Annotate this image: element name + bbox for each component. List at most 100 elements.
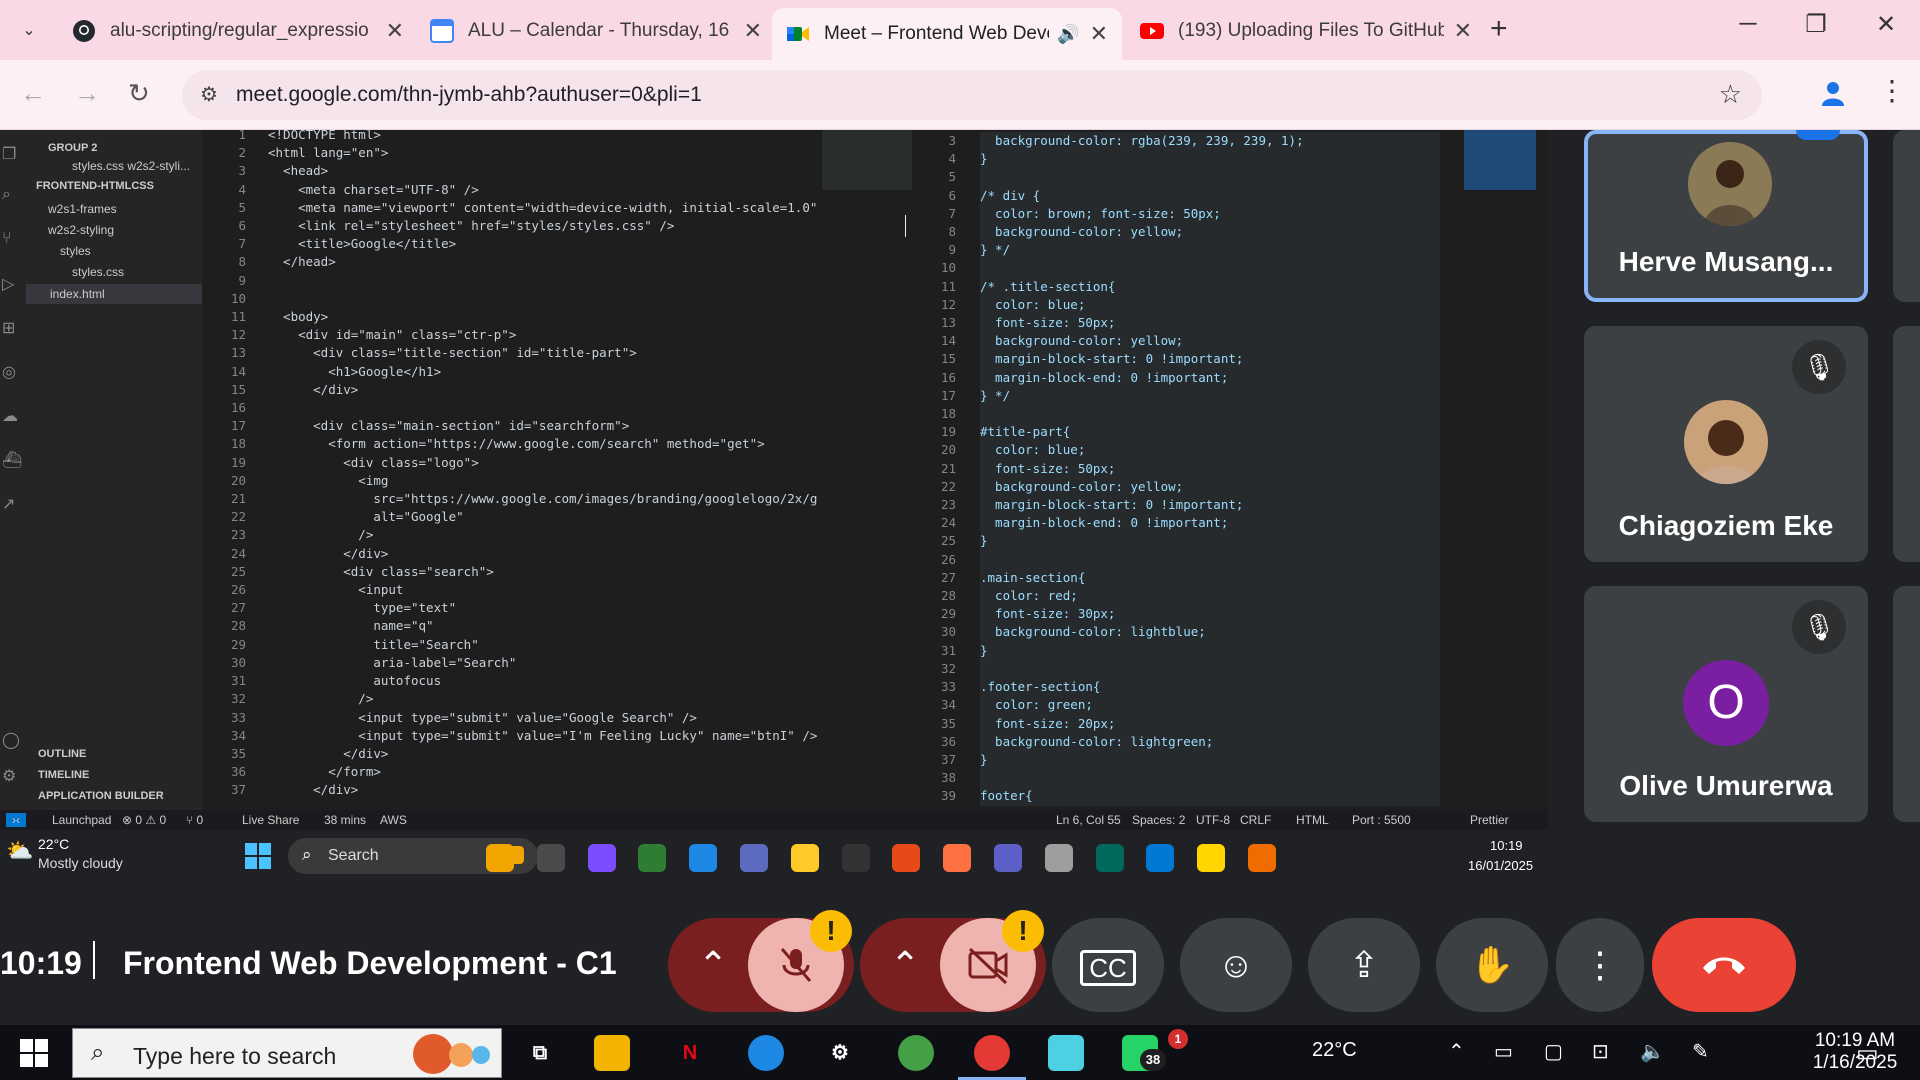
sticky-notes-icon[interactable] (1197, 844, 1226, 872)
source-control-icon[interactable]: ⑂ (2, 230, 12, 248)
reactions-button[interactable]: ☺ (1180, 918, 1292, 1012)
close-tab-icon[interactable]: ✕ (1090, 21, 1108, 47)
address-bar[interactable]: ⚙ meet.google.com/thn-jymb-ahb?authuser=… (182, 70, 1762, 120)
aws-status[interactable]: AWS (380, 813, 407, 827)
close-window-button[interactable]: ✕ (1866, 10, 1906, 39)
edge-icon[interactable] (638, 844, 667, 872)
tab-youtube[interactable]: (193) Uploading Files To GitHub ✕ (1126, 10, 1486, 52)
postman-icon[interactable] (943, 844, 972, 872)
vscode-icon[interactable] (1146, 844, 1175, 872)
site-info-icon[interactable]: ⚙ (200, 82, 218, 107)
bookmark-star-icon[interactable]: ☆ (1719, 79, 1742, 110)
raise-hand-button[interactable]: ✋ (1436, 918, 1548, 1012)
more-options-button[interactable]: ⋮ (1556, 918, 1644, 1012)
cursor-position[interactable]: Ln 6, Col 55 (1056, 813, 1121, 827)
editor-styles-css[interactable]: 3 4 5 6 7 8 9 10 11 12 13 14 15 16 17 18… (912, 130, 1548, 810)
captions-button[interactable]: CC (1052, 918, 1164, 1012)
speaker-icon[interactable]: 🔊 (1057, 24, 1079, 45)
timeline-panel[interactable]: TIMELINE (38, 769, 89, 781)
minimap[interactable] (822, 130, 912, 190)
tab-search-button[interactable]: ⌄ (12, 14, 46, 48)
live-share-status[interactable]: Live Share (242, 813, 299, 827)
participant-tile[interactable]: 🎙 Chiagoziem Eke (1584, 326, 1868, 562)
code-html[interactable]: <!DOCTYPE html> <html lang="en"> <head> … (268, 130, 868, 800)
present-button[interactable]: ⇪ (1308, 918, 1420, 1012)
aws-icon[interactable]: ☁ (2, 406, 18, 426)
settings-gear-icon[interactable]: ⚙ (2, 766, 16, 786)
windows-start-icon[interactable] (20, 1039, 48, 1067)
tab-github[interactable]: alu-scripting/regular_expressio ✕ (58, 10, 418, 52)
run-debug-icon[interactable]: ▷ (2, 274, 14, 294)
ports-status[interactable]: ⑂ 0 (186, 813, 203, 827)
eol-status[interactable]: CRLF (1240, 813, 1271, 827)
encoding-status[interactable]: UTF-8 (1196, 813, 1230, 827)
code-css[interactable]: background-color: rgba(239, 239, 239, 1)… (980, 132, 1440, 806)
terminal-green-icon[interactable] (1095, 844, 1124, 872)
pen-icon[interactable]: ✎ (1692, 1039, 1709, 1064)
explorer-folder-root[interactable]: FRONTEND-HTMLCSS (36, 180, 154, 192)
explorer-item-selected[interactable]: index.html (26, 284, 202, 304)
explorer-item[interactable]: w2s1-frames (48, 202, 117, 216)
explorer-item[interactable]: styles.css w2s2-styli... (72, 159, 190, 173)
terminal-icon[interactable] (841, 844, 870, 872)
forward-button[interactable]: → (74, 78, 100, 109)
battery-icon[interactable]: ▭ (1494, 1039, 1513, 1064)
remote-icon[interactable]: ◎ (2, 362, 16, 382)
app-builder-panel[interactable]: APPLICATION BUILDER (38, 790, 164, 802)
live-share-icon[interactable]: ↗ (2, 494, 15, 514)
copilot-icon[interactable] (587, 844, 616, 872)
postgres-icon[interactable] (740, 844, 768, 872)
url-text[interactable]: meet.google.com/thn-jymb-ahb?authuser=0&… (236, 83, 702, 107)
desktop-icon[interactable] (536, 844, 565, 872)
app-orange-icon[interactable] (1248, 844, 1276, 872)
docker-icon[interactable]: ⛴ (2, 450, 22, 470)
launchpad-status[interactable]: Launchpad (52, 813, 111, 827)
restore-button[interactable]: ❐ (1796, 10, 1836, 39)
explorer-item[interactable]: w2s2-styling (48, 223, 114, 237)
back-button[interactable]: ← (20, 78, 46, 109)
show-hidden-icons[interactable]: ⌃ (1448, 1039, 1465, 1064)
chrome-profile-icon[interactable] (898, 1035, 934, 1071)
files-icon[interactable] (486, 844, 514, 872)
profile-avatar[interactable] (1818, 78, 1848, 108)
volume-icon[interactable]: 🔈 (1640, 1039, 1665, 1064)
prettier-status[interactable]: Prettier (1470, 813, 1509, 827)
file-explorer-icon[interactable] (594, 1035, 630, 1071)
chrome-active-icon[interactable] (974, 1035, 1010, 1071)
meet-tray-icon[interactable]: ▢ (1544, 1039, 1563, 1064)
taskbar-search-box[interactable]: ⌕ Type here to search (72, 1028, 502, 1078)
problems-status[interactable]: ⊗ 0 ⚠ 0 (122, 813, 166, 827)
tab-calendar[interactable]: ALU – Calendar - Thursday, 16 J ✕ (416, 10, 776, 52)
close-tab-icon[interactable]: ✕ (1454, 18, 1472, 44)
remote-indicator[interactable]: ›‹ (6, 813, 26, 827)
office-icon[interactable] (892, 844, 921, 872)
browser-menu-button[interactable]: ⋮ (1878, 74, 1906, 107)
chrome-icon[interactable] (748, 1035, 784, 1071)
close-tab-icon[interactable]: ✕ (744, 18, 762, 44)
close-tab-icon[interactable]: ✕ (386, 18, 404, 44)
participant-tile[interactable]: 🎙 O Olive Umurerwa (1584, 586, 1868, 822)
reload-button[interactable]: ↻ (128, 78, 150, 109)
search-icon[interactable]: ⌕ (2, 186, 11, 204)
port-status[interactable]: Port : 5500 (1352, 813, 1411, 827)
teams-icon[interactable] (994, 844, 1022, 872)
explorer-item[interactable]: styles.css (72, 265, 124, 279)
indent-status[interactable]: Spaces: 2 (1132, 813, 1185, 827)
app-icon[interactable] (1044, 844, 1073, 872)
account-icon[interactable]: ◯ (2, 730, 20, 750)
settings-gear-icon[interactable]: ⚙ (822, 1035, 858, 1071)
notifications-icon[interactable]: ▭ (1856, 1039, 1879, 1068)
network-icon[interactable]: ⊡ (1592, 1039, 1609, 1064)
weather-temp[interactable]: 22°C (1312, 1039, 1357, 1062)
new-tab-button[interactable]: + (1490, 12, 1508, 46)
system-clock[interactable]: 10:19 AM 1/16/2025 (1805, 1030, 1905, 1074)
outline-panel[interactable]: OUTLINE (38, 748, 86, 760)
leave-call-button[interactable] (1652, 918, 1796, 1012)
task-view-icon[interactable]: ⧉ (522, 1035, 558, 1071)
netflix-icon[interactable]: N (672, 1035, 708, 1071)
notes-icon[interactable] (1048, 1035, 1084, 1071)
editor-index-html[interactable]: 1 2 3 4 5 6 7 8 9 10 11 12 13 14 15 16 1… (202, 130, 912, 810)
participant-tile[interactable]: Herve Musang... (1584, 130, 1868, 302)
minimap[interactable] (1464, 130, 1536, 190)
chrome-icon[interactable] (689, 844, 718, 872)
